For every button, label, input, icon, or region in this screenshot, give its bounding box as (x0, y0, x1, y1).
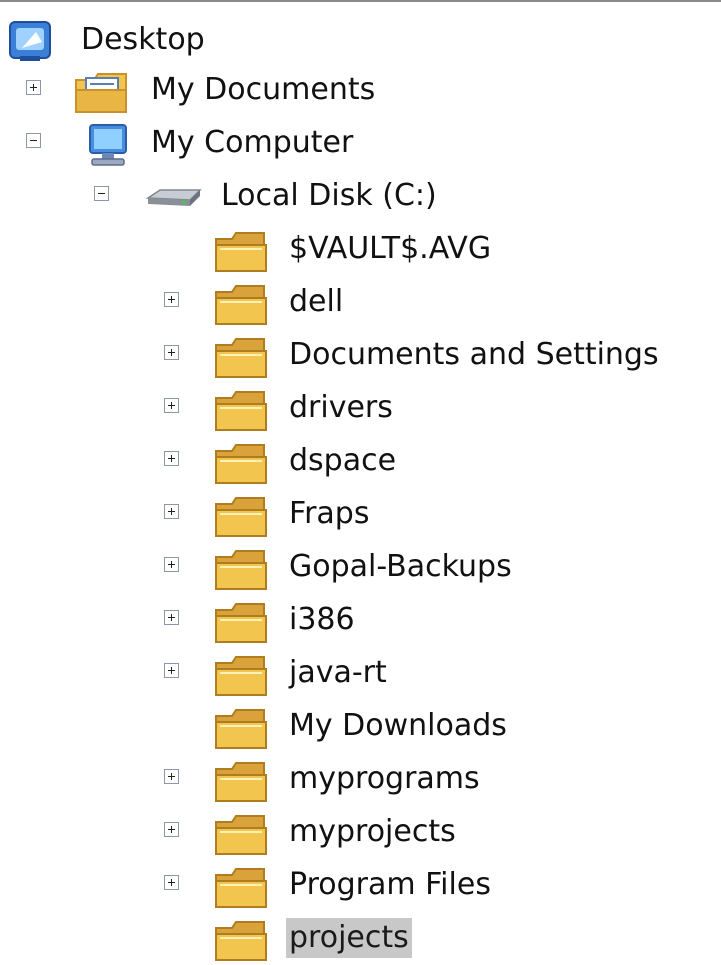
tree-item-label: myprograms (289, 761, 480, 796)
tree-item-folder[interactable]: dell (0, 276, 721, 329)
expand-icon[interactable] (164, 451, 179, 466)
tree-item-label: dspace (289, 443, 397, 478)
tree-item-folder[interactable]: My Downloads (0, 700, 721, 753)
tree-item-folder[interactable]: i386 (0, 594, 721, 647)
folder-icon (215, 603, 267, 643)
my-computer-icon (89, 124, 127, 166)
tree-item-folder[interactable]: java-rt (0, 647, 721, 700)
tree-item-my-documents[interactable]: My Documents (0, 64, 420, 117)
tree-item-label: My Computer (151, 125, 354, 160)
tree-item-folder[interactable]: drivers (0, 382, 721, 435)
folder-icon (215, 497, 267, 537)
expand-icon[interactable] (164, 663, 179, 678)
tree-item-label: java-rt (289, 655, 387, 690)
folder-icon (215, 762, 267, 802)
tree-item-local-disk[interactable]: Local Disk (C:) (0, 170, 480, 223)
tree-item-folder[interactable]: Documents and Settings (0, 329, 721, 382)
expand-icon[interactable] (164, 345, 179, 360)
desktop-icon (9, 21, 51, 61)
folder-icon (215, 285, 267, 325)
folder-icon (215, 868, 267, 908)
tree-item-folder[interactable]: myprograms (0, 753, 721, 806)
folder-icon (215, 656, 267, 696)
tree-item-folder[interactable]: projects (0, 912, 721, 965)
folder-icon (215, 550, 267, 590)
hard-drive-icon (146, 189, 202, 206)
expand-icon[interactable] (164, 769, 179, 784)
tree-item-folder[interactable]: dspace (0, 435, 721, 488)
my-documents-icon (75, 73, 127, 113)
tree-item-label: Desktop (81, 22, 205, 57)
expand-icon[interactable] (164, 504, 179, 519)
tree-item-label: My Downloads (289, 708, 507, 743)
tree-item-folder[interactable]: myprojects (0, 806, 721, 859)
tree-item-desktop[interactable]: Desktop (0, 14, 300, 67)
folder-icon (215, 921, 267, 961)
collapse-icon[interactable] (26, 133, 41, 148)
expand-icon[interactable] (164, 875, 179, 890)
tree-item-label: Documents and Settings (289, 337, 659, 372)
tree-item-label: drivers (289, 390, 393, 425)
tree-item-my-computer[interactable]: My Computer (0, 117, 400, 170)
expand-icon[interactable] (164, 610, 179, 625)
tree-item-folder[interactable]: $VAULT$.AVG (0, 223, 721, 276)
tree-item-label: Program Files (289, 867, 491, 902)
tree-item-label: Gopal-Backups (289, 549, 512, 584)
folder-icon (215, 338, 267, 378)
tree-item-label: dell (289, 284, 344, 319)
expand-icon[interactable] (164, 557, 179, 572)
folder-icon (215, 232, 267, 272)
tree-item-label: projects (286, 918, 412, 958)
folder-icon (215, 444, 267, 484)
tree-item-label: My Documents (151, 72, 376, 107)
tree-item-folder[interactable]: Gopal-Backups (0, 541, 721, 594)
tree-item-label: Local Disk (C:) (221, 178, 437, 213)
collapse-icon[interactable] (94, 186, 109, 201)
expand-icon[interactable] (164, 398, 179, 413)
expand-icon[interactable] (26, 80, 41, 95)
tree-item-folder[interactable]: Fraps (0, 488, 721, 541)
tree-item-label: i386 (289, 602, 355, 637)
folder-icon (215, 391, 267, 431)
folder-tree[interactable]: Desktop My Documents My Computer Local D… (0, 2, 721, 961)
tree-item-label: $VAULT$.AVG (289, 231, 492, 266)
tree-item-label: Fraps (289, 496, 370, 531)
expand-icon[interactable] (164, 292, 179, 307)
folder-icon (215, 709, 267, 749)
tree-item-label: myprojects (289, 814, 456, 849)
expand-icon[interactable] (164, 822, 179, 837)
folder-icon (215, 815, 267, 855)
tree-item-folder[interactable]: Program Files (0, 859, 721, 912)
